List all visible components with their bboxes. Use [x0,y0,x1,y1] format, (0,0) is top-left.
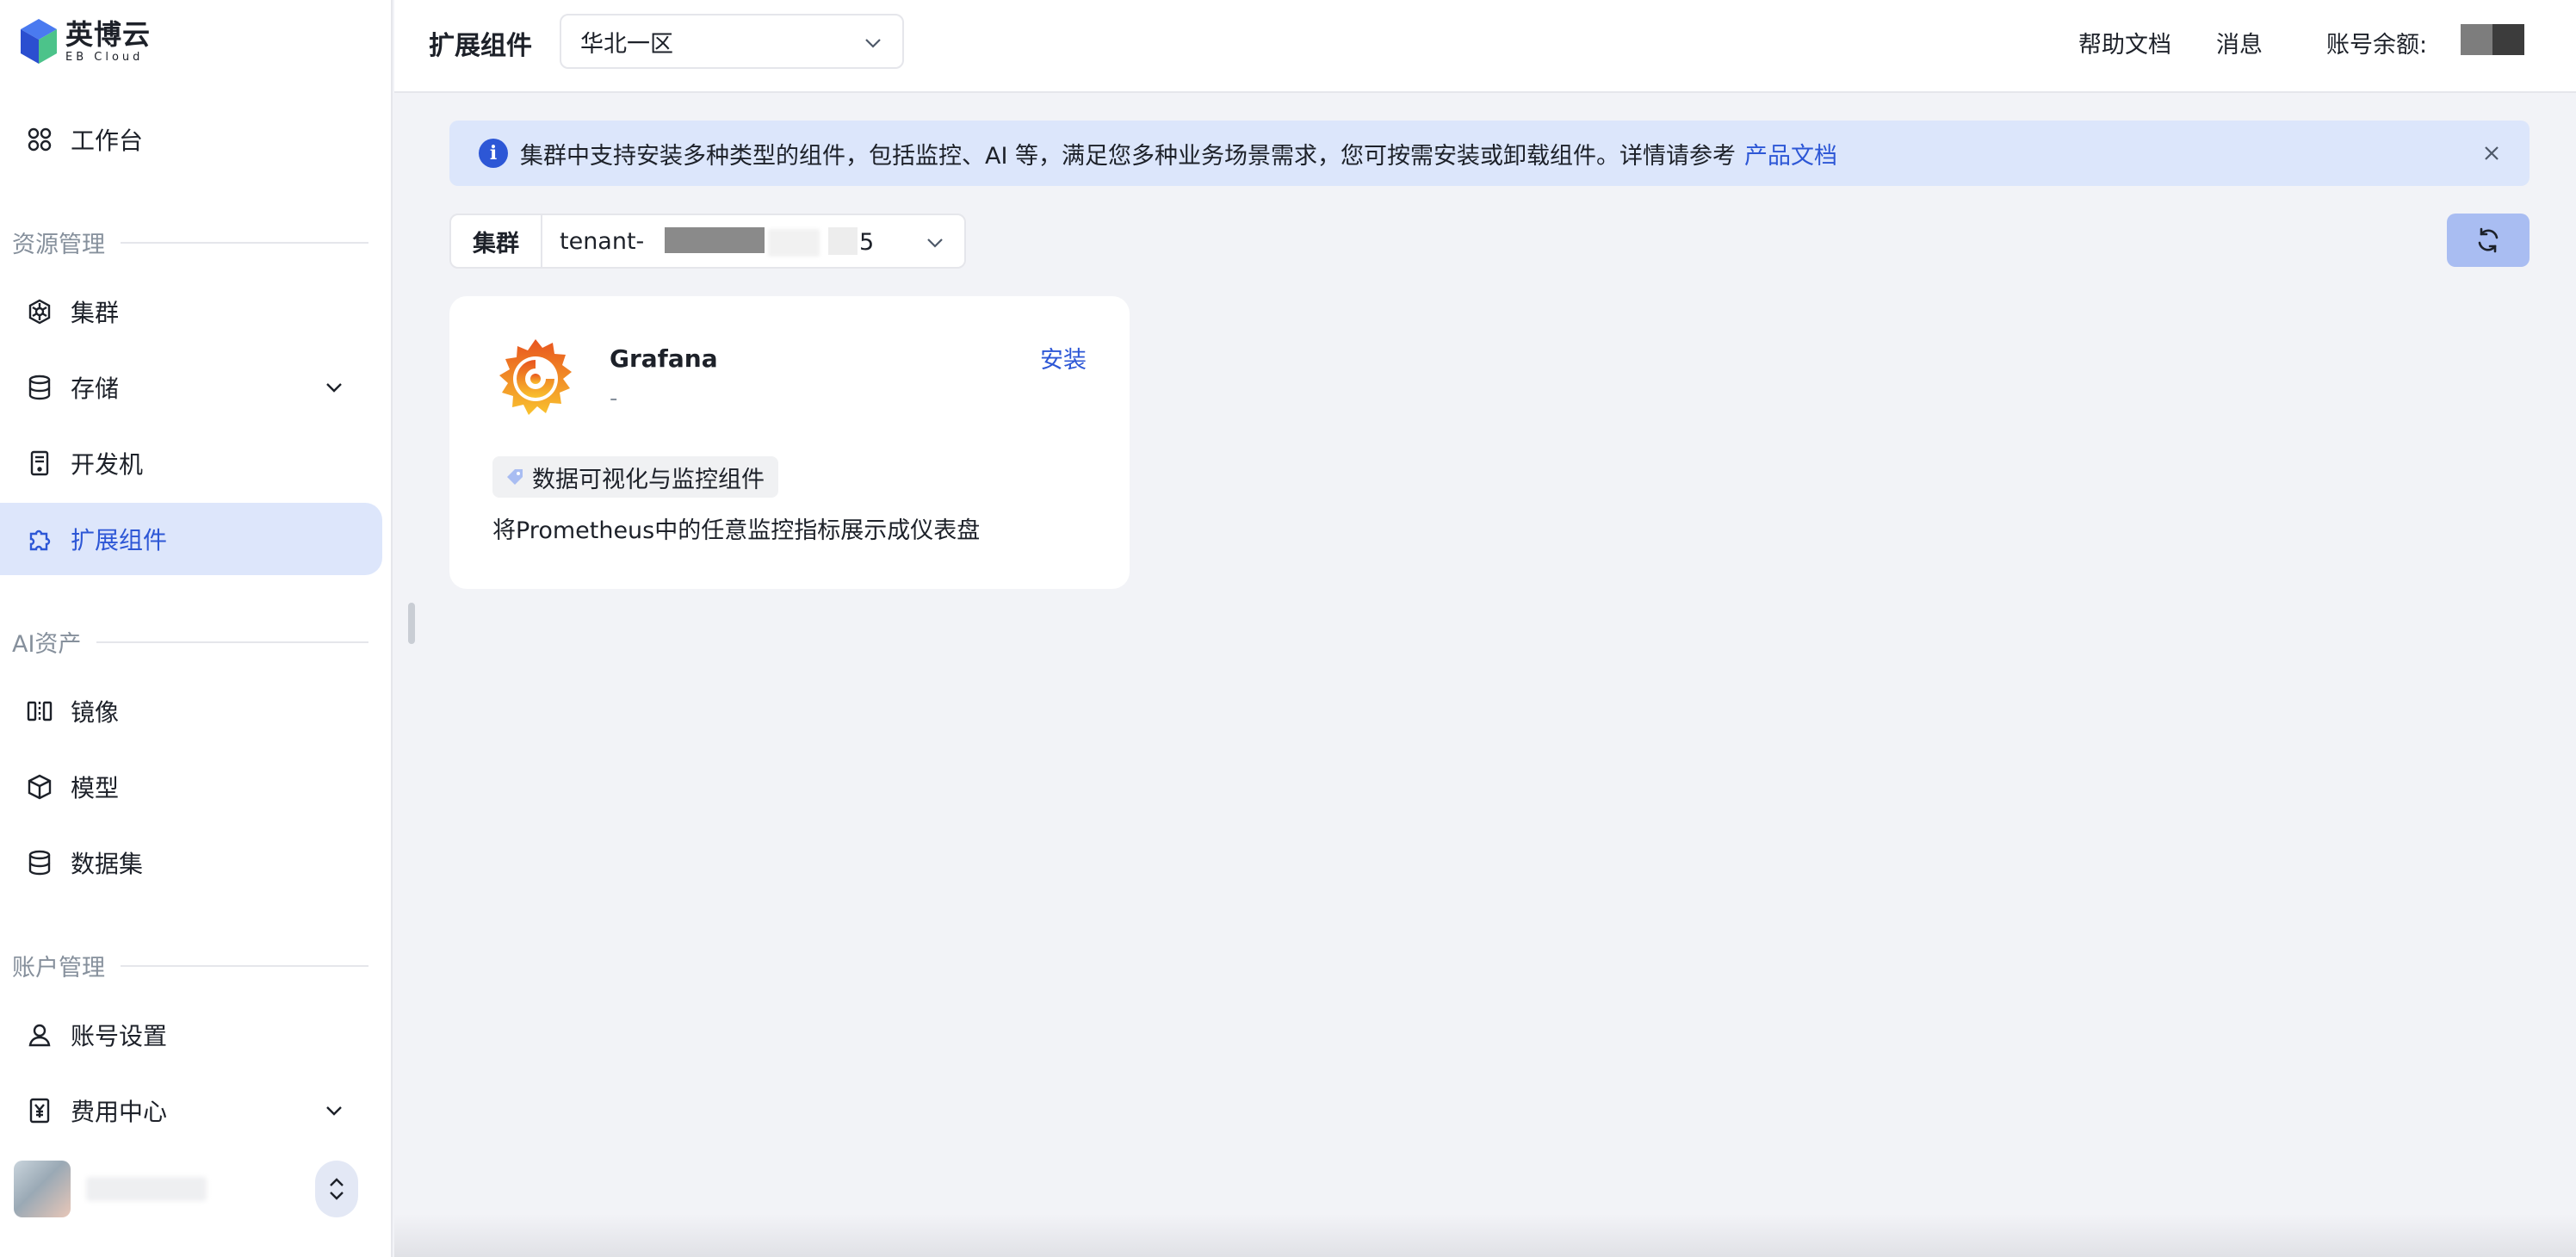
balance-label: 账号余额: [2326,32,2428,59]
section-label-account: 账户管理 [12,949,368,982]
chevron-down-icon [326,383,342,393]
sidebar-item-label: 集群 [71,299,120,327]
cluster-name-redacted [828,227,858,255]
close-icon[interactable] [2480,141,2504,165]
sidebar-item-label: 费用中心 [71,1098,168,1126]
sidebar-item-label: 镜像 [71,698,120,727]
cluster-name-suffix: 5 [859,229,875,256]
logo-icon [21,19,57,64]
sidebar-item-label: 存储 [71,375,120,403]
sidebar-item-label: 扩展组件 [71,526,168,554]
sidebar-item-label: 账号设置 [71,1022,168,1050]
refresh-button[interactable] [2447,214,2530,267]
grid-icon [24,124,55,155]
sidebar-item-label: 数据集 [71,850,144,878]
chevron-down-icon [326,1106,342,1116]
region-select-value: 华北一区 [580,30,673,58]
grafana-logo-icon [499,339,572,415]
chevron-up-down-icon [330,1178,344,1200]
cluster-select[interactable]: 集群 tenant- 5 [449,214,966,269]
tag-icon [507,469,523,485]
product-docs-link[interactable]: 产品文档 [1744,137,1837,170]
component-description: 将Prometheus中的任意监控指标展示成仪表盘 [492,517,981,544]
sidebar-item-account-settings[interactable]: 账号设置 [0,999,382,1071]
sidebar: 英博云 EB Cloud 工作台 资源管理 集群 存储 开发机 扩展组件 AI资… [0,0,393,1257]
avatar[interactable] [14,1161,71,1217]
user-name-redacted [86,1177,207,1201]
notice-text: 集群中支持安装多种类型的组件，包括监控、AI 等，满足您多种业务场景需求，您可按… [520,142,1737,170]
sidebar-item-billing[interactable]: 费用中心 [0,1074,382,1147]
account-switch-button[interactable] [315,1161,358,1217]
puzzle-icon [24,523,55,554]
component-name: Grafana [610,344,718,373]
component-tag: 数据可视化与监控组件 [492,456,778,498]
chevron-down-icon [927,238,943,248]
sidebar-item-label: 工作台 [71,127,144,155]
page-title: 扩展组件 [429,31,532,61]
info-icon: i [479,139,508,168]
top-header: 扩展组件 华北一区 帮助文档 消息 账号余额: [394,0,2576,93]
logo-text-cn: 英博云 [65,17,152,51]
sidebar-item-model[interactable]: 模型 [0,751,382,823]
cluster-name-prefix: tenant- [560,227,645,255]
cluster-name-redacted [768,229,820,257]
logo-text-en: EB Cloud [65,50,144,64]
logo[interactable]: 英博云 EB Cloud [19,17,151,65]
cluster-select-value[interactable]: tenant- 5 [542,215,964,267]
sidebar-item-devbox[interactable]: 开发机 [0,427,382,499]
section-label-resource: 资源管理 [12,226,368,259]
user-icon [24,1019,55,1050]
region-select[interactable]: 华北一区 [560,14,904,69]
bottom-shadow [394,1214,2576,1257]
devbox-icon [24,448,55,479]
component-version: - [610,386,618,412]
mirror-icon [24,696,55,727]
section-label-ai-assets: AI资产 [12,625,368,659]
component-card: Grafana - 安装 数据可视化与监控组件 将Prometheus中的任意监… [449,296,1130,589]
database-icon [24,372,55,403]
sidebar-item-image[interactable]: 镜像 [0,675,382,747]
cluster-name-redacted [665,227,765,253]
info-notice: i 集群中支持安装多种类型的组件，包括监控、AI 等，满足您多种业务场景需求，您… [449,121,2530,186]
cube-icon [24,771,55,802]
sidebar-item-cluster[interactable]: 集群 [0,276,382,348]
sidebar-item-label: 开发机 [71,450,144,479]
sidebar-item-workbench[interactable]: 工作台 [0,103,382,176]
sidebar-item-storage[interactable]: 存储 [0,351,382,424]
sidebar-item-extensions[interactable]: 扩展组件 [0,503,382,575]
help-docs-link[interactable]: 帮助文档 [2078,26,2171,59]
messages-link[interactable]: 消息 [2216,26,2263,59]
balance-value-redacted [2461,24,2524,55]
install-button[interactable]: 安装 [1040,341,1087,375]
component-tag-label: 数据可视化与监控组件 [532,466,765,493]
cluster-select-label: 集群 [451,215,542,267]
chevron-down-icon [865,39,881,48]
sidebar-resize-handle[interactable] [408,603,415,644]
database-icon [24,847,55,878]
yen-icon [24,1095,55,1126]
user-profile[interactable] [14,1159,358,1219]
sidebar-item-dataset[interactable]: 数据集 [0,827,382,899]
cluster-icon [24,296,55,327]
sidebar-item-label: 模型 [71,774,120,802]
refresh-icon [2478,227,2499,253]
